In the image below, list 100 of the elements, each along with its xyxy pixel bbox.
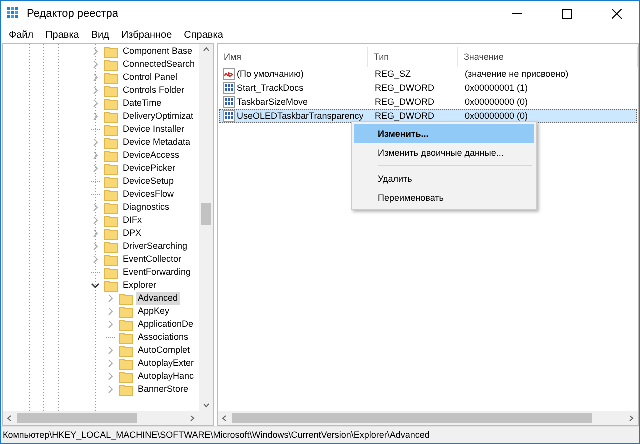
registry-path: Компьютер\HKEY_LOCAL_MACHINE\SOFTWARE\Microsoft\Windows\CurrentVersion\Explorer\Advanced bbox=[3, 430, 430, 440]
scrollbar-thumb[interactable] bbox=[232, 413, 592, 423]
expand-chevron-icon[interactable] bbox=[91, 86, 100, 95]
column-header[interactable]: Значение bbox=[458, 47, 638, 67]
scroll-left-icon[interactable] bbox=[221, 414, 228, 422]
value-data: (значение не присвоено) bbox=[464, 69, 570, 79]
tree-item[interactable]: DevicePicker bbox=[121, 162, 178, 175]
expand-chevron-icon[interactable] bbox=[91, 255, 100, 264]
folder-icon bbox=[119, 332, 133, 344]
value-name: UseOLEDTaskbarTransparency bbox=[237, 111, 364, 121]
folder-icon bbox=[119, 318, 133, 330]
tree-item[interactable]: ConnectedSearch bbox=[121, 58, 198, 71]
expand-chevron-icon[interactable] bbox=[106, 372, 115, 381]
tree-item[interactable]: Controls Folder bbox=[121, 84, 187, 97]
value-type: REG_DWORD bbox=[374, 111, 436, 121]
tree-item[interactable]: Advanced bbox=[136, 292, 180, 305]
tree-item[interactable]: BannerStore bbox=[136, 383, 191, 396]
context-menu-item[interactable]: Изменить... bbox=[354, 124, 534, 143]
tree-item[interactable]: AutoComplet bbox=[136, 344, 192, 357]
menu-item[interactable]: Файл bbox=[3, 30, 40, 40]
horizontal-scrollbar[interactable] bbox=[218, 411, 638, 425]
folder-icon bbox=[104, 98, 118, 110]
folder-icon bbox=[104, 254, 118, 266]
tree-item[interactable]: AutoplayExter bbox=[136, 357, 196, 370]
tree-item[interactable]: DateTime bbox=[121, 97, 164, 110]
tree-item[interactable]: DeviceSetup bbox=[121, 175, 176, 188]
binary-value-icon bbox=[223, 110, 235, 122]
expand-chevron-icon[interactable] bbox=[91, 138, 100, 147]
tree-item[interactable]: DeviceAccess bbox=[121, 149, 182, 162]
scroll-left-icon[interactable] bbox=[6, 414, 13, 422]
expand-chevron-icon[interactable] bbox=[106, 346, 115, 355]
expand-chevron-icon[interactable] bbox=[91, 60, 100, 69]
folder-icon bbox=[104, 124, 118, 136]
tree-item[interactable]: AppKey bbox=[136, 305, 172, 318]
menu-item[interactable]: Избранное bbox=[115, 30, 178, 40]
folder-icon bbox=[104, 136, 118, 148]
expand-chevron-icon[interactable] bbox=[91, 47, 100, 56]
value-type: REG_DWORD bbox=[374, 97, 436, 107]
tree-item[interactable]: Component Base bbox=[121, 45, 195, 58]
tree-item[interactable]: DIFx bbox=[121, 214, 144, 227]
horizontal-scrollbar[interactable] bbox=[3, 411, 199, 425]
tree-item[interactable]: EventCollector bbox=[121, 253, 184, 266]
folder-icon bbox=[104, 84, 118, 96]
scroll-down-icon[interactable] bbox=[202, 402, 210, 409]
tree-item[interactable]: DriverSearching bbox=[121, 240, 190, 253]
expand-chevron-icon[interactable] bbox=[91, 229, 100, 238]
tree-item[interactable]: Device Installer bbox=[121, 123, 187, 136]
value-data: 0x00000001 (1) bbox=[464, 83, 530, 93]
context-menu-item[interactable]: Удалить bbox=[354, 169, 534, 188]
string-value-icon bbox=[223, 68, 235, 80]
tree-item[interactable]: AutoplayHanc bbox=[136, 370, 196, 383]
window-title: Редактор реестра bbox=[27, 8, 120, 20]
menu-item[interactable]: Справка bbox=[178, 30, 230, 40]
expand-chevron-icon[interactable] bbox=[91, 164, 100, 173]
expand-chevron-icon[interactable] bbox=[91, 73, 100, 82]
expand-chevron-icon[interactable] bbox=[91, 112, 100, 121]
expand-chevron-icon[interactable] bbox=[106, 359, 115, 368]
folder-icon bbox=[104, 228, 118, 240]
expand-chevron-icon[interactable] bbox=[91, 99, 100, 108]
tree-item[interactable]: DPX bbox=[121, 227, 144, 240]
tree-item[interactable]: Diagnostics bbox=[121, 201, 172, 214]
tree-item[interactable]: DeliveryOptimizat bbox=[121, 110, 196, 123]
tree-item[interactable]: Associations bbox=[136, 331, 191, 344]
expand-chevron-icon[interactable] bbox=[91, 242, 100, 251]
expand-chevron-icon[interactable] bbox=[106, 294, 115, 303]
folder-icon bbox=[104, 280, 118, 292]
tree-item[interactable]: DevicesFlow bbox=[121, 188, 176, 201]
registry-app-icon bbox=[7, 7, 21, 21]
context-menu-item[interactable]: Переименовать bbox=[354, 188, 534, 207]
scroll-up-icon[interactable] bbox=[202, 46, 210, 53]
column-header[interactable]: Тип bbox=[368, 47, 458, 67]
scroll-right-icon[interactable] bbox=[189, 414, 196, 422]
value-type: REG_DWORD bbox=[374, 83, 436, 93]
vertical-scrollbar[interactable] bbox=[199, 44, 213, 411]
value-data: 0x00000000 (0) bbox=[464, 111, 530, 121]
expand-chevron-icon[interactable] bbox=[106, 320, 115, 329]
scroll-right-icon[interactable] bbox=[628, 414, 635, 422]
tree-item[interactable]: Control Panel bbox=[121, 71, 180, 84]
menu-item[interactable]: Правка bbox=[40, 30, 86, 40]
menu-item[interactable]: Вид bbox=[85, 30, 116, 40]
registry-value-row[interactable]: (По умолчанию) REG_SZ (значение не присвоено) bbox=[219, 67, 637, 81]
expand-chevron-icon[interactable] bbox=[106, 385, 115, 394]
value-type: REG_SZ bbox=[374, 69, 412, 79]
folder-icon bbox=[104, 162, 118, 174]
tree-item[interactable]: EventForwarding bbox=[121, 266, 194, 279]
scrollbar-thumb[interactable] bbox=[17, 413, 137, 423]
registry-value-row[interactable]: UseOLEDTaskbarTransparency REG_DWORD 0x00000000 (0) bbox=[219, 109, 637, 123]
expand-chevron-icon[interactable] bbox=[106, 307, 115, 316]
context-menu-item[interactable]: Изменить двоичные данные... bbox=[354, 143, 534, 162]
registry-value-row[interactable]: TaskbarSizeMove REG_DWORD 0x00000000 (0) bbox=[219, 95, 637, 109]
tree-item[interactable]: ApplicationDe bbox=[136, 318, 196, 331]
tree-item[interactable]: Explorer bbox=[121, 279, 159, 292]
expand-chevron-icon[interactable] bbox=[91, 216, 100, 225]
registry-value-row[interactable]: Start_TrackDocs REG_DWORD 0x00000001 (1) bbox=[219, 81, 637, 95]
scrollbar-thumb[interactable] bbox=[201, 203, 211, 225]
expand-chevron-icon[interactable] bbox=[91, 203, 100, 212]
column-header[interactable]: Имя bbox=[218, 47, 368, 67]
tree-item[interactable]: Device Metadata bbox=[121, 136, 193, 149]
collapse-chevron-icon[interactable] bbox=[91, 281, 100, 290]
expand-chevron-icon[interactable] bbox=[91, 151, 100, 160]
